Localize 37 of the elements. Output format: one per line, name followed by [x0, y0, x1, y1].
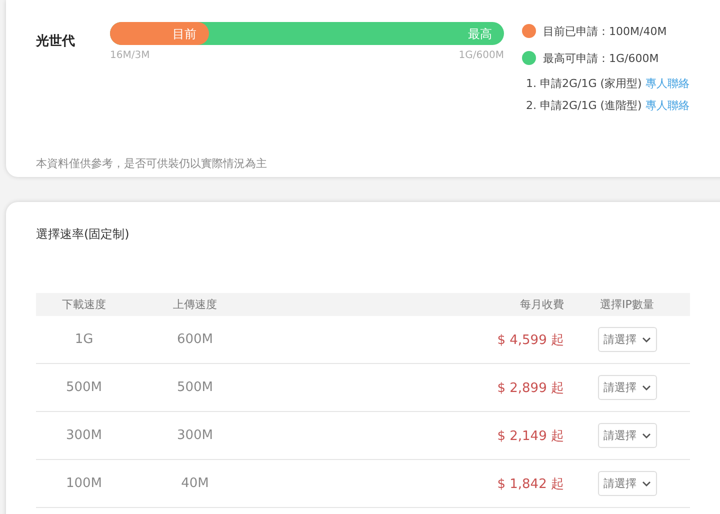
table-cell-text: 1G: [74, 332, 94, 347]
table-cell-text: 300M: [64, 428, 104, 443]
column-header: 上傳速度: [172, 297, 218, 312]
min-speed-reading: 16M/3M: [110, 50, 150, 61]
note-text: 1. 申請2G/1G (家用型): [526, 77, 642, 90]
chevron-down-icon: [642, 336, 650, 342]
table-cell-text: 600M: [176, 332, 214, 347]
chevron-down-icon: [642, 432, 650, 438]
price-cell-text: $ 4,599 起: [496, 332, 564, 348]
table-cell-text: 40M: [180, 476, 210, 491]
ip-select-dropdown[interactable]: 請選擇: [598, 471, 656, 496]
disclaimer-text: 本資料僅供參考，是否可供裝仍以實際情況為主: [36, 156, 268, 171]
table-cell-text: 300M: [176, 428, 214, 443]
column-header: 下載速度: [61, 297, 107, 312]
ip-select-dropdown[interactable]: 請選擇: [598, 375, 656, 400]
column-header: 選擇IP數量: [599, 297, 655, 312]
ip-select-dropdown[interactable]: 請選擇: [598, 327, 656, 352]
section-title: 選擇速率(固定制): [36, 226, 130, 243]
current-label: 目前: [172, 26, 196, 43]
price-cell-text: $ 1,842 起: [496, 476, 564, 492]
max-speed-reading: 1G/600M: [458, 50, 504, 61]
contact-link[interactable]: 專人聯絡: [645, 77, 690, 90]
table-cell-text: 100M: [64, 476, 104, 491]
legend-text: 最高可申請：1G/600M: [543, 50, 659, 66]
note-text: 2. 申請2G/1G (進階型): [526, 99, 642, 112]
price-cell-text: $ 2,899 起: [496, 380, 564, 396]
table-cell-text: 500M: [176, 380, 214, 395]
ip-select-dropdown[interactable]: 請選擇: [598, 423, 656, 448]
contact-link[interactable]: 專人聯絡: [645, 99, 690, 112]
max-label: 最高: [468, 26, 492, 43]
price-cell-text: $ 2,149 起: [496, 428, 564, 444]
chevron-down-icon: [642, 480, 650, 486]
table-cell-text: 500M: [64, 380, 104, 395]
column-header: 每月收費: [519, 297, 564, 312]
plan-name: 光世代: [36, 33, 76, 50]
legend-text: 目前已申請：100M/40M: [543, 24, 667, 38]
chevron-down-icon: [642, 384, 650, 390]
